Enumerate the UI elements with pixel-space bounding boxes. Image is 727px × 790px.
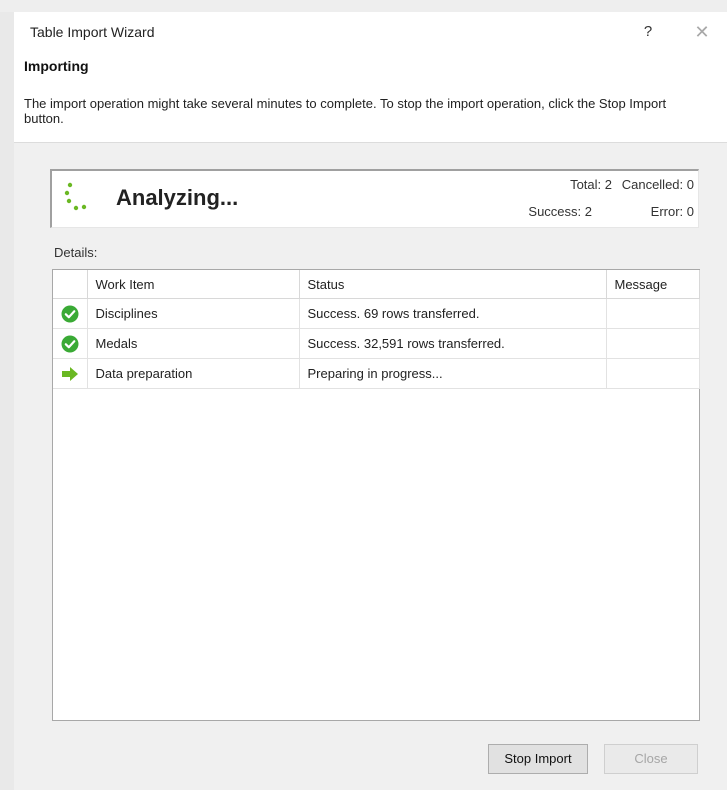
close-button[interactable]: Close [604,744,698,774]
total-count: Total: 2 [570,177,612,192]
status-cell: Success. 32,591 rows transferred. [299,328,607,359]
analyzing-status-text: Analyzing... [116,185,239,210]
close-icon[interactable]: ✕ [684,18,720,46]
message-cell [606,358,700,389]
work-item-cell: Medals [87,328,300,359]
wizard-header: Importing The import operation might tak… [14,52,727,143]
table-row[interactable]: Medals Success. 32,591 rows transferred. [53,328,700,359]
message-cell [606,298,700,329]
table-header-row: Work Item Status Message [53,270,700,299]
column-header-work-item[interactable]: Work Item [87,270,300,299]
details-table[interactable]: Work Item Status Message Disciplines Suc… [52,269,700,721]
error-count: Error: 0 [650,204,694,219]
title-bar: Table Import Wizard ? ✕ [14,12,727,52]
message-cell [606,328,700,359]
import-status-panel: Analyzing... Total: 2 Cancelled: 0 Succe… [50,169,699,228]
table-import-wizard-dialog: Table Import Wizard ? ✕ Importing The im… [14,12,727,790]
wizard-content: Analyzing... Total: 2 Cancelled: 0 Succe… [14,143,727,790]
table-row[interactable]: Disciplines Success. 69 rows transferred… [53,298,700,329]
success-check-icon [61,335,79,352]
status-cell: Preparing in progress... [299,358,607,389]
background-app-edge [0,12,15,790]
status-cell: Success. 69 rows transferred. [299,298,607,329]
row-icon-cell [53,358,88,389]
help-button[interactable]: ? [630,18,666,46]
spinner-icon [64,182,87,211]
success-check-icon [61,305,79,322]
icon-column-header [53,270,88,299]
row-icon-cell [53,298,88,329]
table-row[interactable]: Data preparation Preparing in progress..… [53,358,700,389]
success-count: Success: 2 [528,204,592,219]
column-header-status[interactable]: Status [299,270,607,299]
column-header-message[interactable]: Message [606,270,700,299]
work-item-cell: Data preparation [87,358,300,389]
window-title: Table Import Wizard [30,24,155,40]
stop-import-button[interactable]: Stop Import [488,744,588,774]
cancelled-count: Cancelled: 0 [621,177,694,192]
work-item-cell: Disciplines [87,298,300,329]
step-title: Importing [24,58,89,74]
in-progress-arrow-icon [61,366,78,381]
row-icon-cell [53,328,88,359]
step-description: The import operation might take several … [24,96,667,126]
details-label: Details: [54,245,98,260]
